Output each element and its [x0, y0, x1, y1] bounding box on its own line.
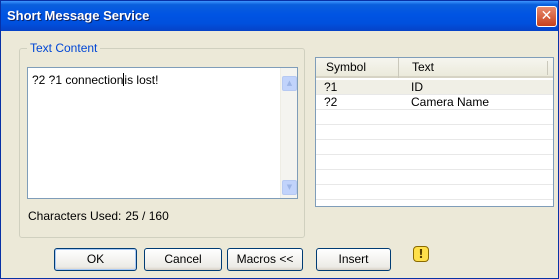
scroll-up-icon: ▲	[286, 79, 293, 87]
warning-icon: !	[413, 246, 429, 262]
header-separator	[547, 61, 548, 75]
warning-glyph: !	[418, 247, 424, 261]
column-header-symbol[interactable]: Symbol	[316, 58, 399, 78]
message-text-after-caret: is lost!	[124, 73, 159, 87]
empty-row	[316, 110, 553, 125]
message-text-before-caret: ?2 ?1 connection	[32, 73, 124, 87]
title-bar[interactable]: Short Message Service ✕	[1, 1, 558, 31]
table-row[interactable]: ?1 ID	[316, 80, 553, 95]
scroll-down-icon: ▼	[286, 183, 293, 191]
message-text: ?2 ?1 connectionis lost!	[32, 73, 158, 87]
message-textarea[interactable]: ?2 ?1 connectionis lost! ▲ ▼	[27, 67, 298, 199]
sms-dialog: Short Message Service ✕ Text Content ?2 …	[0, 0, 559, 279]
empty-row	[316, 155, 553, 170]
text-cell: ID	[411, 80, 423, 94]
textarea-scrollbar[interactable]: ▲ ▼	[280, 68, 297, 198]
window-title: Short Message Service	[7, 8, 150, 23]
table-row[interactable]: ?2 Camera Name	[316, 95, 553, 110]
characters-used: Characters Used: 25 / 160	[28, 209, 173, 223]
scroll-down-button[interactable]: ▼	[282, 180, 297, 195]
scroll-up-button[interactable]: ▲	[282, 76, 297, 91]
symbol-list[interactable]: Symbol Text ?1 ID ?2 Camera Name	[315, 57, 554, 207]
close-icon: ✕	[540, 8, 553, 24]
close-button[interactable]: ✕	[536, 6, 557, 27]
insert-button[interactable]: Insert	[316, 248, 391, 271]
text-content-legend: Text Content	[27, 41, 101, 55]
ok-button[interactable]: OK	[54, 248, 137, 271]
empty-row	[316, 185, 553, 200]
empty-row	[316, 170, 553, 185]
column-header-text[interactable]: Text	[400, 58, 550, 78]
cancel-button[interactable]: Cancel	[144, 248, 222, 271]
empty-row	[316, 140, 553, 155]
text-cell: Camera Name	[411, 95, 490, 109]
list-header: Symbol Text	[316, 58, 553, 78]
empty-row	[316, 125, 553, 140]
characters-used-label: Characters Used:	[28, 209, 122, 223]
symbol-cell: ?2	[324, 95, 338, 109]
symbol-cell: ?1	[324, 80, 338, 94]
characters-used-value: 25 / 160	[125, 209, 169, 223]
macros-button[interactable]: Macros <<	[227, 248, 303, 271]
